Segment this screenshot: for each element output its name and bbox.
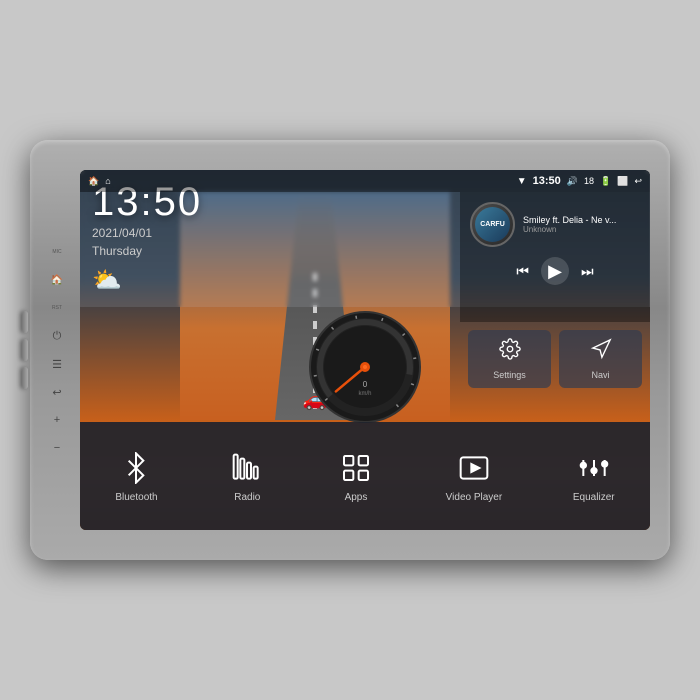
window-icon[interactable]: ⬜ (617, 176, 628, 187)
battery-level: 18 (584, 176, 594, 186)
radio-nav-item[interactable]: Radio (216, 443, 278, 509)
radio-icon (228, 449, 266, 487)
music-artist: Unknown (523, 225, 640, 234)
back-icon[interactable]: ↩ (48, 383, 66, 401)
settings-button[interactable]: Settings (468, 330, 551, 388)
bluetooth-label: Bluetooth (115, 492, 157, 503)
video-player-icon (455, 449, 493, 487)
svg-text:km/h: km/h (358, 391, 371, 397)
side-button-3[interactable] (22, 367, 28, 389)
vol-down-icon[interactable]: − (48, 439, 66, 457)
back-status-icon[interactable]: ↩ (634, 176, 642, 187)
video-player-label: Video Player (446, 492, 503, 503)
status-bar-right: ▼ 13:50 🔊 18 🔋 ⬜ ↩ (517, 175, 642, 187)
power-icon[interactable]: ⏻ (48, 327, 66, 345)
settings-icon (499, 338, 521, 366)
video-player-nav-item[interactable]: Video Player (434, 443, 515, 509)
side-button-1[interactable] (22, 311, 28, 333)
bottom-nav-bar: Bluetooth Radio (80, 422, 650, 530)
music-controls: ⏮ ▶ ⏭ (470, 257, 640, 285)
prev-button[interactable]: ⏮ (516, 263, 529, 280)
album-logo: CARFU (475, 207, 510, 242)
screen: 🏠 ⌂ ▼ 13:50 🔊 18 🔋 ⬜ ↩ 🚗 (80, 170, 650, 530)
navi-label: Navi (591, 370, 609, 380)
quick-actions-row: Settings Navi (460, 322, 650, 396)
radio-label: Radio (234, 492, 260, 503)
side-button-2[interactable] (22, 339, 28, 361)
bluetooth-nav-item[interactable]: Bluetooth (103, 443, 169, 509)
play-button[interactable]: ▶ (541, 257, 569, 285)
device: MIC 🏠 RST ⏻ ☰ ↩ + − 🏠 ⌂ ▼ 13:50 🔊 18 (30, 140, 670, 560)
apps-label: Apps (345, 492, 368, 503)
rst-label: RST (48, 299, 66, 317)
side-buttons (22, 311, 28, 389)
wifi-icon: ▼ (517, 176, 527, 187)
battery-icon: 🔋 (600, 176, 611, 187)
speedometer: 0 km/h (305, 307, 425, 427)
weather-icon: ⛅ (92, 266, 122, 295)
equalizer-nav-item[interactable]: Equalizer (561, 443, 627, 509)
status-bar-left: 🏠 ⌂ (88, 176, 111, 187)
svg-text:0: 0 (363, 380, 368, 389)
music-info-area: CARFU Smiley ft. Delia - Ne v... Unknown (470, 202, 640, 247)
music-title: Smiley ft. Delia - Ne v... (523, 215, 640, 225)
device-side-icons: MIC 🏠 RST ⏻ ☰ ↩ + − (48, 243, 66, 457)
navi-button[interactable]: Navi (559, 330, 642, 388)
screen-bezel: 🏠 ⌂ ▼ 13:50 🔊 18 🔋 ⬜ ↩ 🚗 (80, 170, 650, 530)
album-art: CARFU (470, 202, 515, 247)
home-status-icon[interactable]: 🏠 (88, 176, 99, 187)
settings-label: Settings (493, 370, 526, 380)
speedometer-svg: 0 km/h (305, 307, 425, 427)
apps-icon (337, 449, 375, 487)
music-panel: CARFU Smiley ft. Delia - Ne v... Unknown… (460, 192, 650, 322)
navi-icon (590, 338, 612, 366)
home2-status-icon[interactable]: ⌂ (105, 176, 110, 186)
music-details: Smiley ft. Delia - Ne v... Unknown (523, 215, 640, 234)
apps-nav-item[interactable]: Apps (325, 443, 387, 509)
album-logo-text: CARFU (480, 221, 505, 228)
volume-icon: 🔊 (567, 176, 578, 187)
home-icon[interactable]: 🏠 (48, 271, 66, 289)
status-bar: 🏠 ⌂ ▼ 13:50 🔊 18 🔋 ⬜ ↩ (80, 170, 650, 192)
vol-up-icon[interactable]: + (48, 411, 66, 429)
mic-label: MIC (48, 243, 66, 261)
equalizer-icon (575, 449, 613, 487)
menu-icon[interactable]: ☰ (48, 355, 66, 373)
bluetooth-icon (117, 449, 155, 487)
next-button[interactable]: ⏭ (581, 263, 594, 280)
equalizer-label: Equalizer (573, 492, 615, 503)
status-time: 13:50 (533, 175, 561, 187)
